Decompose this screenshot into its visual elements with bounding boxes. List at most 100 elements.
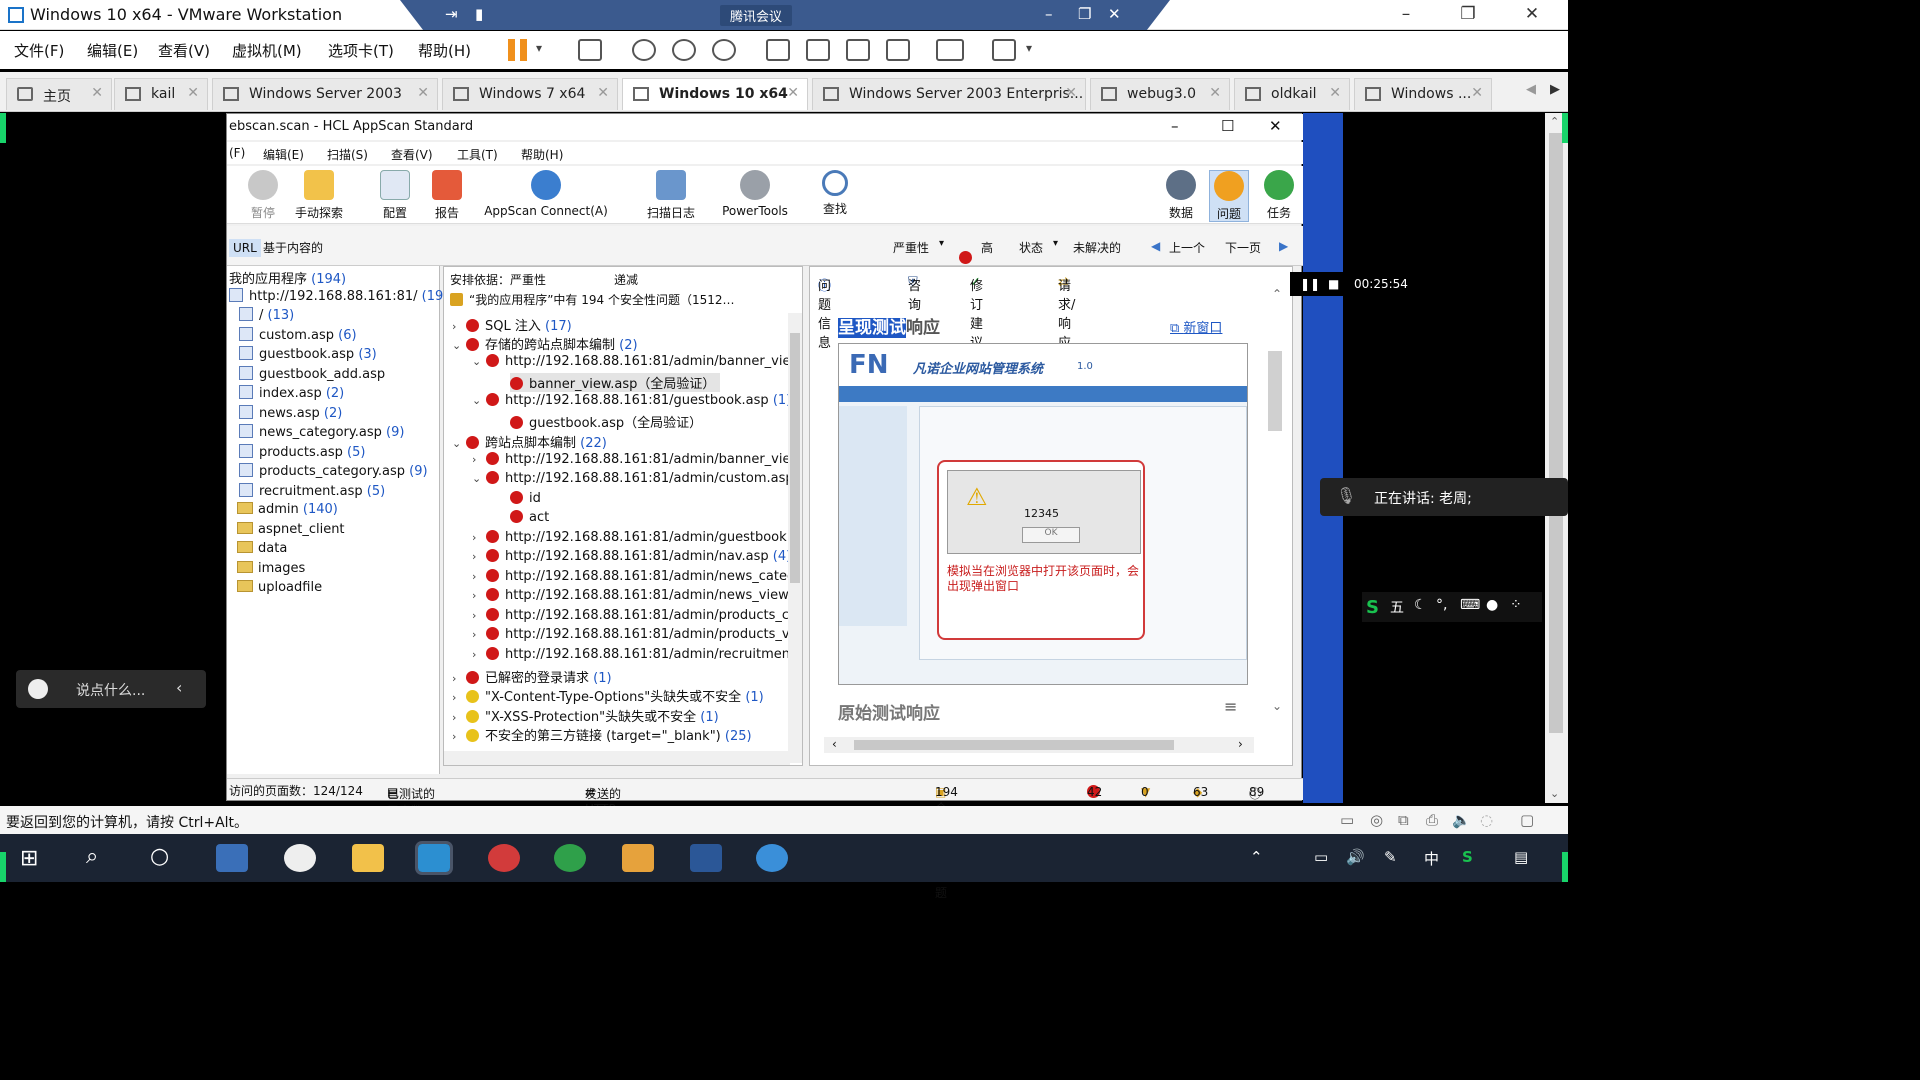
issue-param-item[interactable]: guestbook.asp（全局验证） bbox=[510, 412, 702, 431]
search-icon[interactable]: ⌕ bbox=[86, 844, 98, 869]
stretch-icon[interactable] bbox=[992, 39, 1016, 61]
detail-hscrollbar[interactable]: ‹ › bbox=[824, 737, 1254, 753]
issue-url-item[interactable]: › http://192.168.88.161:81/admin/banner_v… bbox=[472, 452, 792, 471]
user-icon[interactable]: ● bbox=[1486, 597, 1498, 613]
expand-icon[interactable]: › bbox=[452, 672, 466, 685]
tab-kail[interactable]: kail ✕ bbox=[114, 78, 208, 110]
prev-arrow-icon[interactable]: ◀ bbox=[1151, 239, 1160, 253]
manual-explore-button[interactable]: 手动探索 bbox=[289, 170, 349, 221]
tree-item-admin[interactable]: admin (140) bbox=[237, 502, 338, 521]
device-sound-icon[interactable]: 🔈 bbox=[1452, 811, 1471, 829]
collapse-icon[interactable]: ⌄ bbox=[472, 394, 486, 407]
scroll-down-icon[interactable]: ⌄ bbox=[1272, 699, 1282, 713]
app-icon-taskmgr[interactable] bbox=[216, 844, 248, 872]
device-hdd-icon[interactable]: ▭ bbox=[1340, 811, 1354, 829]
close-tab-icon[interactable]: ✕ bbox=[91, 85, 103, 101]
issue-group-stored-xss[interactable]: ⌄ 存储的跨站点脚本编制 (2) bbox=[452, 334, 638, 353]
issues-hscrollbar[interactable] bbox=[444, 751, 790, 765]
severity-dropdown-icon[interactable]: ▾ bbox=[939, 238, 944, 249]
pin-icon[interactable]: ⇥ bbox=[445, 5, 458, 23]
tab-win2003-ent[interactable]: Windows Server 2003 Enterpris... ✕ bbox=[812, 78, 1086, 110]
tree-item-guestbook[interactable]: guestbook.asp (3) bbox=[239, 346, 377, 365]
collapse-icon[interactable]: ⌄ bbox=[452, 339, 466, 352]
menu-file[interactable]: (F) bbox=[229, 146, 245, 160]
grid-icon[interactable]: ⁘ bbox=[1510, 597, 1522, 613]
word-icon[interactable] bbox=[690, 844, 722, 872]
issue-url-item[interactable]: ⌄ http://192.168.88.161:81/admin/custom.a… bbox=[472, 471, 792, 490]
expand-icon[interactable]: › bbox=[452, 730, 466, 743]
issue-url-item[interactable]: › http://192.168.88.161:81/admin/guestboo… bbox=[472, 530, 792, 549]
menu-view[interactable]: 查看(V) bbox=[158, 40, 210, 61]
issues-scrollbar[interactable] bbox=[788, 313, 802, 763]
meeting-label[interactable]: 腾讯会议 bbox=[720, 5, 793, 26]
appscan-connect-button[interactable]: AppScan Connect(A) bbox=[479, 170, 613, 218]
windows-start-icon[interactable]: ⊞ bbox=[20, 846, 38, 871]
tree-item-news-category[interactable]: news_category.asp (9) bbox=[239, 424, 404, 443]
sort-by-label[interactable]: 安排依据：严重性 bbox=[450, 271, 546, 290]
scroll-up-icon[interactable]: ⌃ bbox=[1272, 287, 1282, 301]
revert-snapshot-icon[interactable] bbox=[672, 39, 696, 61]
tree-item-app[interactable]: 我的应用程序 (194) bbox=[229, 268, 346, 287]
sort-order-label[interactable]: 递减 bbox=[614, 271, 638, 290]
find-button[interactable]: 查找 bbox=[817, 170, 853, 217]
menu-edit[interactable]: 编辑(E) bbox=[263, 146, 304, 163]
sogou-logo-icon[interactable]: S bbox=[1366, 597, 1379, 618]
volume-icon[interactable]: 🔊 bbox=[1346, 848, 1365, 866]
issue-param-item[interactable]: act bbox=[510, 510, 549, 529]
meeting-minimize-icon[interactable]: – bbox=[1045, 5, 1053, 23]
emoji-icon[interactable] bbox=[28, 679, 48, 699]
issue-group-xss[interactable]: ⌄ 跨站点脚本编制 (22) bbox=[452, 432, 607, 451]
app-icon-editor[interactable] bbox=[622, 844, 654, 872]
chevron-up-icon[interactable]: ⌃ bbox=[1250, 848, 1263, 866]
issue-group-sql[interactable]: › SQL 注入 (17) bbox=[452, 315, 572, 334]
chat-placeholder[interactable]: 说点什么... bbox=[76, 680, 145, 700]
collapse-icon[interactable]: ⌄ bbox=[472, 355, 486, 368]
meeting-close-icon[interactable]: ✕ bbox=[1108, 5, 1121, 23]
vmware-taskbar-icon[interactable] bbox=[415, 841, 453, 875]
tasks-view-button[interactable]: 任务 bbox=[1261, 170, 1297, 221]
network-icon[interactable]: ▭ bbox=[1314, 848, 1328, 866]
scroll-thumb[interactable] bbox=[1549, 133, 1563, 733]
expand-icon[interactable]: › bbox=[472, 589, 486, 602]
status-dropdown-icon[interactable]: ▾ bbox=[1053, 238, 1058, 249]
menu-file[interactable]: 文件(F) bbox=[14, 40, 64, 61]
tree-item-root[interactable]: / (13) bbox=[239, 307, 294, 326]
scroll-up-icon[interactable]: ⌃ bbox=[1550, 115, 1559, 128]
device-network-icon[interactable]: ⧉ bbox=[1398, 811, 1409, 829]
app-icon-burp[interactable] bbox=[488, 844, 520, 872]
tree-item-uploadfile[interactable]: uploadfile bbox=[237, 580, 322, 599]
expand-icon[interactable]: › bbox=[472, 531, 486, 544]
close-tab-icon[interactable]: ✕ bbox=[1329, 85, 1341, 101]
device-cd-icon[interactable]: ◎ bbox=[1370, 811, 1383, 829]
fullscreen-icon[interactable] bbox=[846, 39, 870, 61]
tab-win2003[interactable]: Windows Server 2003 ✕ bbox=[212, 78, 438, 110]
close-tab-icon[interactable]: ✕ bbox=[1209, 85, 1221, 101]
pen-icon[interactable]: ✎ bbox=[1384, 848, 1397, 866]
issue-group-login[interactable]: › 已解密的登录请求 (1) bbox=[452, 667, 612, 686]
expand-icon[interactable]: › bbox=[472, 648, 486, 661]
device-usb-icon[interactable]: ◌ bbox=[1480, 811, 1493, 829]
chrome-icon[interactable] bbox=[554, 844, 586, 872]
scroll-thumb[interactable] bbox=[790, 333, 800, 583]
severity-filter[interactable]: 严重性 bbox=[893, 239, 929, 256]
tree-item-products[interactable]: products.asp (5) bbox=[239, 444, 365, 463]
moon-icon[interactable]: ☾ bbox=[1414, 597, 1427, 613]
severity-high-label[interactable]: 高 bbox=[981, 239, 993, 256]
keyboard-icon[interactable]: ⌨ bbox=[1460, 597, 1480, 613]
scan-log-button[interactable]: 扫描日志 bbox=[643, 170, 699, 221]
notification-icon[interactable]: ▤ bbox=[1514, 848, 1528, 866]
tree-item-custom[interactable]: custom.asp (6) bbox=[239, 327, 357, 346]
issue-param-item[interactable]: banner_view.asp（全局验证） bbox=[510, 373, 720, 392]
close-icon[interactable]: ✕ bbox=[1269, 117, 1282, 135]
issue-url-item[interactable]: › http://192.168.88.161:81/admin/recruitm… bbox=[472, 647, 792, 666]
alert-ok-button[interactable]: OK bbox=[1022, 527, 1080, 543]
issue-group-third-party-link[interactable]: › 不安全的第三方链接 (target="_blank") (25) bbox=[452, 725, 792, 744]
menu-edit[interactable]: 编辑(E) bbox=[87, 40, 138, 61]
report-button[interactable]: 报告 bbox=[427, 170, 467, 221]
new-window-link[interactable]: ⧉ 新窗口 bbox=[1170, 317, 1222, 336]
expand-icon[interactable]: › bbox=[472, 453, 486, 466]
cortana-icon[interactable]: ○ bbox=[150, 844, 169, 869]
close-tab-icon[interactable]: ✕ bbox=[187, 85, 199, 101]
pause-dropdown-icon[interactable]: ▾ bbox=[536, 41, 542, 55]
tree-item-index[interactable]: index.asp (2) bbox=[239, 385, 344, 404]
